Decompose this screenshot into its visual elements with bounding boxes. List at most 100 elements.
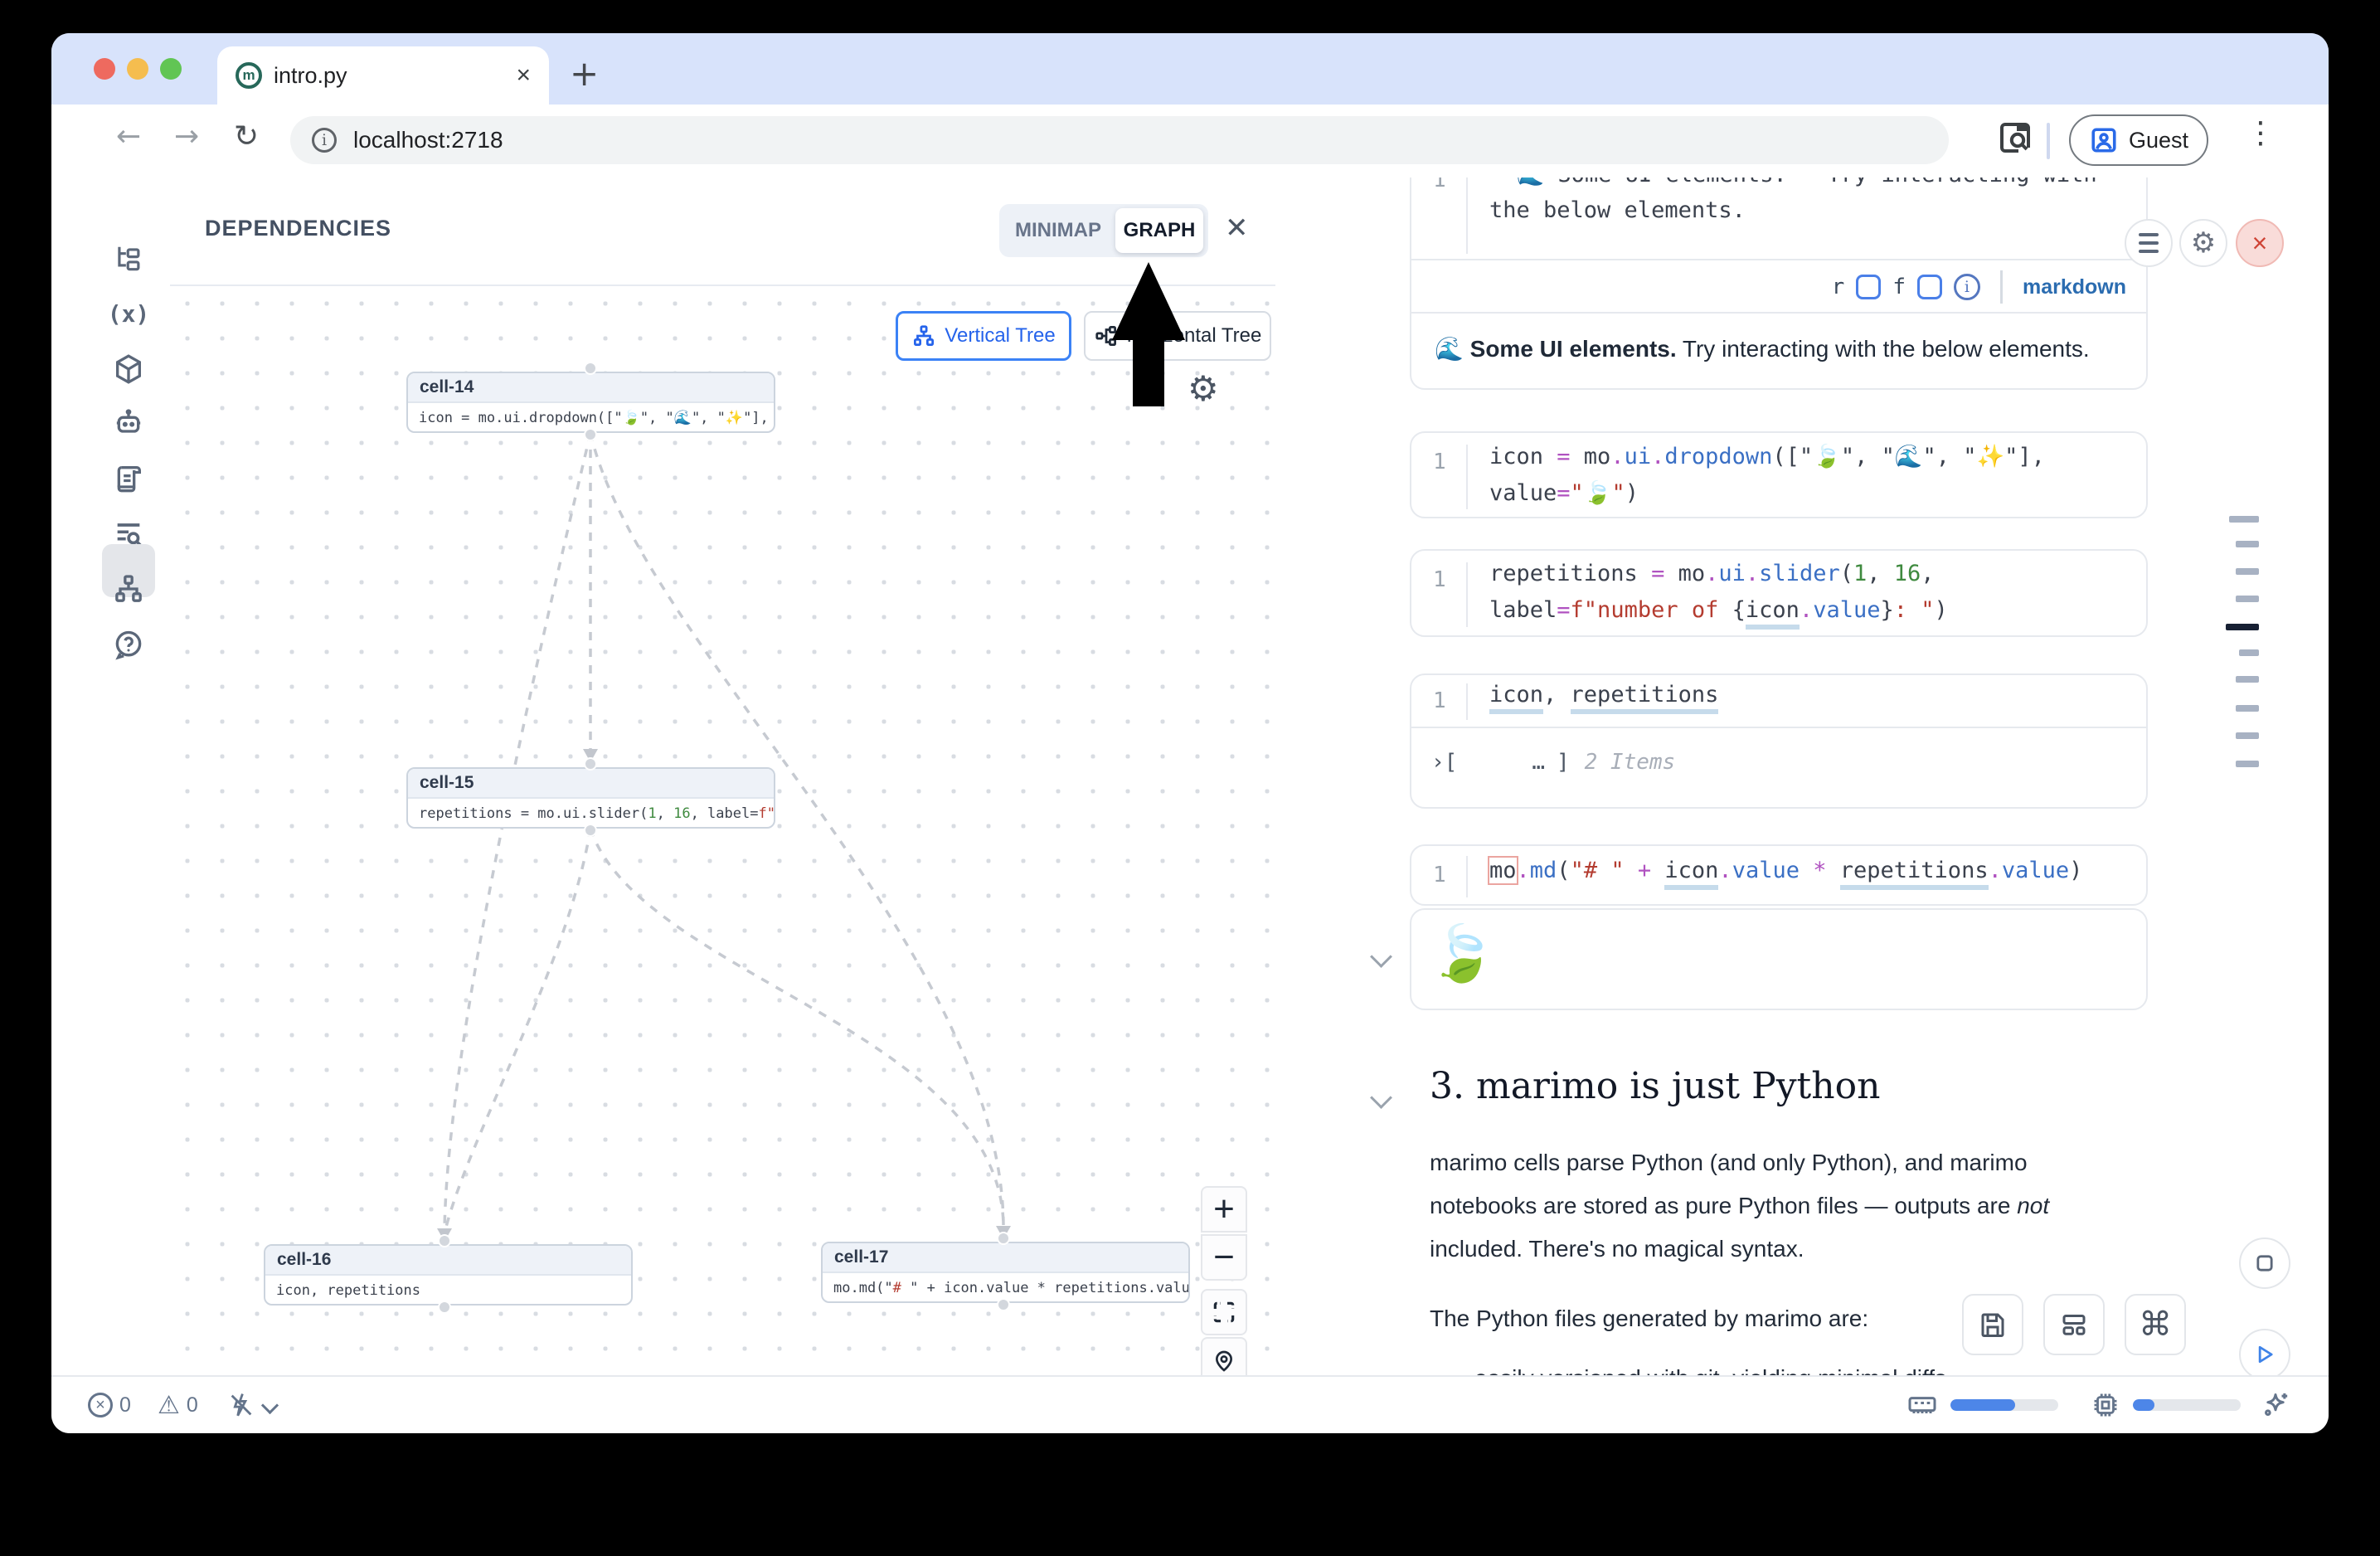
error-count: 0	[119, 1393, 131, 1417]
cell-outline-mark[interactable]	[2239, 649, 2259, 656]
site-info-icon[interactable]: i	[312, 128, 337, 153]
file-tree-icon[interactable]	[110, 241, 147, 277]
interrupt-button[interactable]: ×	[2236, 219, 2284, 267]
cell-outline-mark[interactable]	[2236, 732, 2259, 739]
variables-icon[interactable]: (x)	[110, 295, 147, 332]
cell-outline-mark[interactable]	[2236, 596, 2259, 602]
code-line[interactable]: the below elements.	[1489, 197, 1746, 223]
code-line[interactable]: icon, repetitions	[1489, 682, 1718, 707]
node-port	[584, 757, 597, 771]
vertical-tree-button[interactable]: Vertical Tree	[896, 311, 1071, 361]
forward-icon[interactable]: →	[174, 119, 199, 153]
ellipsis: …	[1532, 750, 1545, 775]
errors-indicator[interactable]: × 0	[88, 1377, 131, 1433]
browser-tab[interactable]: m intro.py ×	[217, 46, 549, 105]
fullscreen-icon	[1211, 1299, 1237, 1325]
close-panel-icon[interactable]: ✕	[1225, 214, 1249, 242]
fit-view-button[interactable]	[1201, 1289, 1247, 1335]
dependency-graph-canvas[interactable]: Vertical Tree Horizontal Tree ⚙ cell-14 …	[170, 286, 1275, 1377]
horizontal-tree-icon	[1094, 323, 1119, 348]
cell-outline-mark[interactable]	[2229, 516, 2259, 523]
tab-minimap[interactable]: MINIMAP	[999, 204, 1117, 257]
collapse-chevron-icon[interactable]	[1370, 946, 1392, 968]
close-window-button[interactable]	[94, 58, 115, 80]
browser-menu-icon[interactable]: ⋮	[2246, 116, 2276, 150]
reload-icon[interactable]: ↻	[234, 119, 259, 153]
cell-outline-mark[interactable]	[2236, 761, 2259, 767]
cell-divider	[1411, 312, 2146, 314]
dependency-graph-icon[interactable]	[110, 571, 147, 607]
profile-button[interactable]: Guest	[2069, 114, 2208, 166]
view-mode-switch: MINIMAP GRAPH	[999, 204, 1208, 257]
bracket-close: ]	[1557, 750, 1570, 775]
graph-node-cell-14[interactable]: cell-14 icon = mo.ui.dropdown(["🍃", "🌊",…	[406, 372, 775, 433]
graph-settings-gear-icon[interactable]: ⚙	[1188, 372, 1219, 406]
dropdown-code-cell[interactable]: 1 icon = mo.ui.dropdown(["🍃", "🌊", "✨"],…	[1410, 431, 2148, 518]
cell-menu-button[interactable]	[2125, 219, 2173, 267]
code-line[interactable]: **🌊 Some UI elements.** Try interacting …	[1489, 177, 2097, 187]
ai-chat-icon[interactable]	[110, 405, 147, 441]
new-tab-button[interactable]: +	[570, 56, 599, 91]
search-tabs-icon[interactable]	[1995, 118, 2035, 158]
tab-graph[interactable]: GRAPH	[1115, 208, 1203, 253]
cell-outline-mark[interactable]	[2236, 568, 2259, 575]
scratchpad-icon[interactable]	[110, 460, 147, 497]
graph-node-cell-15[interactable]: cell-15 repetitions = mo.ui.slider(1, 16…	[406, 767, 775, 829]
code-line[interactable]: mo.md("# " + icon.value * repetitions.va…	[1489, 858, 2082, 883]
back-icon[interactable]: ←	[116, 119, 141, 153]
locate-cell-button[interactable]	[1201, 1337, 1247, 1377]
shortcuts-button[interactable]: ⌘	[2125, 1294, 2186, 1355]
cpu-usage[interactable]	[2090, 1377, 2241, 1433]
slider-code-cell[interactable]: 1 repetitions = mo.ui.slider(1, 16, labe…	[1410, 549, 2148, 637]
status-bar: × 0 ⚠ 0	[51, 1375, 2329, 1433]
format-checkbox[interactable]	[1917, 275, 1942, 299]
url-bar[interactable]: i localhost:2718	[290, 116, 1949, 164]
code-line[interactable]: value="🍃")	[1489, 479, 1639, 506]
notebook-pane: 1 **🌊 Some UI elements.** Try interactin…	[1275, 177, 2329, 1377]
packages-icon[interactable]	[110, 351, 147, 387]
horizontal-tree-button[interactable]: Horizontal Tree	[1084, 311, 1271, 361]
runtime-mode-control[interactable]	[227, 1377, 276, 1433]
cell-config-gear-button[interactable]: ⚙	[2179, 219, 2227, 267]
code-line[interactable]: icon = mo.ui.dropdown(["🍃", "🌊", "✨"],	[1489, 443, 2045, 469]
node-port	[997, 1232, 1010, 1245]
warnings-indicator[interactable]: ⚠ 0	[158, 1377, 198, 1433]
marimo-favicon-letter: m	[242, 67, 255, 84]
code-line[interactable]: repetitions = mo.ui.slider(1, 16,	[1489, 561, 1935, 586]
section-collapse-chevron-icon[interactable]	[1370, 1087, 1392, 1109]
memory-usage[interactable]	[1906, 1377, 2058, 1433]
code-line[interactable]: label=f"number of {icon.value}: ")	[1489, 597, 1948, 623]
zoom-out-button[interactable]: −	[1201, 1234, 1247, 1281]
cell-outline-mark[interactable]	[2236, 676, 2259, 683]
tab-title: intro.py	[274, 63, 516, 89]
cell-outline-mark[interactable]	[2236, 705, 2259, 712]
language-label[interactable]: markdown	[2023, 275, 2126, 299]
ram-icon	[1906, 1388, 1939, 1422]
graph-node-cell-17[interactable]: cell-17 mo.md("# " + icon.value * repeti…	[821, 1242, 1190, 1303]
stop-button[interactable]	[2239, 1238, 2290, 1289]
ai-assist-button[interactable]	[2259, 1377, 2292, 1433]
cell-outline-mark-active[interactable]	[2226, 624, 2259, 630]
cell-outline-mark[interactable]	[2236, 541, 2259, 547]
paragraph-text: notebooks are stored as pure Python file…	[1430, 1193, 2017, 1218]
tuple-code-cell[interactable]: 1 icon, repetitions ›[…]2 Items	[1410, 673, 2148, 809]
save-button[interactable]	[1962, 1294, 2023, 1355]
tab-close-icon[interactable]: ×	[516, 61, 531, 90]
markdown-cell[interactable]: 1 **🌊 Some UI elements.** Try interactin…	[1410, 177, 2148, 390]
reactive-checkbox[interactable]	[1856, 275, 1881, 299]
expander-chevron[interactable]: ›	[1431, 750, 1445, 775]
line-number: 1	[1433, 688, 1446, 713]
avatar-icon	[2089, 125, 2119, 155]
graph-node-cell-16[interactable]: cell-16 icon, repetitions	[264, 1244, 633, 1306]
maximize-window-button[interactable]	[160, 58, 182, 80]
node-port	[584, 824, 597, 837]
help-icon[interactable]	[110, 626, 147, 663]
md-call-code-cell[interactable]: 1 mo.md("# " + icon.value * repetitions.…	[1410, 844, 2148, 906]
vertical-tree-label: Vertical Tree	[945, 324, 1055, 348]
tuple-output[interactable]: ›[…]2 Items	[1431, 750, 1675, 775]
zoom-in-button[interactable]: +	[1201, 1186, 1247, 1233]
layout-button[interactable]	[2043, 1294, 2105, 1355]
info-icon[interactable]: i	[1954, 274, 1980, 300]
run-button[interactable]	[2239, 1329, 2290, 1377]
minimize-window-button[interactable]	[127, 58, 148, 80]
